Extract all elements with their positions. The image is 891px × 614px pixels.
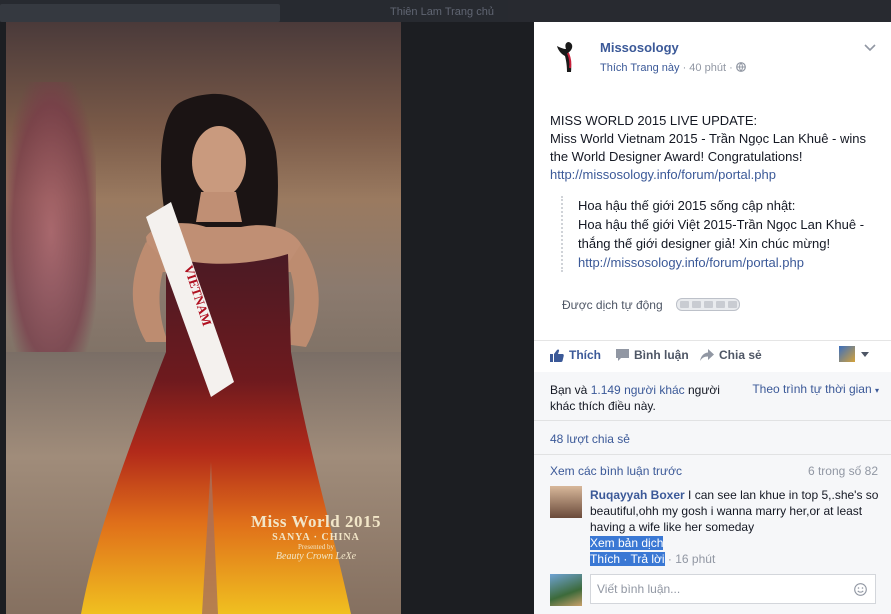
comment-button[interactable]: Bình luận (616, 348, 689, 362)
divider (534, 454, 891, 455)
photo-viewer[interactable]: VIETNAM Miss World 2015 SANYA · CHINA Pr… (6, 22, 401, 614)
watermark-title: Miss World 2015 (251, 512, 381, 531)
watermark-location: SANYA · CHINA (272, 532, 360, 543)
commenter-avatar[interactable] (550, 486, 582, 518)
share-button[interactable]: Chia sẻ (700, 348, 762, 362)
watermark-presented: Presented by (298, 543, 334, 551)
comment-actions: Thích · Trả lời · 16 phút (590, 552, 716, 566)
like-label: Thích (569, 348, 601, 362)
viewer-avatar[interactable] (839, 346, 855, 362)
comment-label: Bình luận (634, 348, 689, 362)
watermark-brand: Beauty Crown LeXe (275, 551, 357, 562)
comment-like-link[interactable]: Thích (590, 552, 621, 566)
auto-translated-label[interactable]: Được dịch tự động (562, 298, 663, 312)
comment-time[interactable]: 16 phút (675, 552, 715, 566)
comment: Ruqayyah Boxer I can see lan khue in top… (590, 487, 880, 567)
see-translation-link[interactable]: Xem bản dịch (590, 536, 664, 550)
likes-count-link[interactable]: 1.149 người khác (591, 383, 685, 397)
current-user-avatar (550, 574, 582, 606)
comment-action-separator: · (620, 552, 631, 566)
post-time[interactable]: 40 phút (689, 62, 726, 74)
translation-block: Hoa hậu thế giới 2015 sống cập nhật: Hoa… (561, 196, 878, 272)
post-text-line1: MISS WORLD 2015 LIVE UPDATE: (550, 113, 758, 128)
background-links: Thiên Lam Trang chủ (390, 6, 494, 18)
chevron-down-icon[interactable] (863, 40, 877, 54)
translation-line2: Hoa hậu thế giới Việt 2015-Trần Ngọc Lan… (578, 217, 865, 251)
comment-icon (616, 349, 629, 361)
globe-icon (735, 62, 746, 72)
post-meta: Thích Trang này · 40 phút · (600, 62, 746, 74)
comment-sort-dropdown[interactable]: Theo trình tự thời gian ▾ (752, 382, 879, 396)
sort-label: Theo trình tự thời gian (752, 382, 872, 396)
comment-reply-link[interactable]: Trả lời (630, 552, 665, 566)
share-label: Chia sẻ (719, 348, 762, 362)
like-page-link[interactable]: Thích Trang này (600, 62, 680, 74)
sort-caret-icon: ▾ (874, 386, 879, 395)
post-panel: Missosology Thích Trang này · 40 phút · … (534, 22, 891, 614)
background-search (0, 4, 280, 22)
translation-rating[interactable] (676, 298, 740, 311)
thumbs-up-icon (550, 348, 564, 362)
comment-input[interactable] (590, 574, 876, 604)
post-link[interactable]: http://missosology.info/forum/portal.php (550, 167, 776, 182)
comment-author[interactable]: Ruqayyah Boxer (590, 488, 685, 502)
comment-count: 6 trong số 82 (807, 464, 878, 478)
shares-link[interactable]: 48 lượt chia sẻ (550, 432, 630, 446)
like-button[interactable]: Thích (550, 348, 601, 362)
post-text-line2: Miss World Vietnam 2015 - Trần Ngọc Lan … (550, 131, 866, 164)
meta-separator-2: · (729, 62, 736, 74)
emoji-icon[interactable] (854, 583, 867, 596)
caret-down-icon[interactable] (861, 352, 869, 357)
page-avatar[interactable] (548, 36, 588, 76)
divider (534, 340, 891, 341)
translation-link[interactable]: http://missosology.info/forum/portal.php (578, 255, 804, 270)
post-text: MISS WORLD 2015 LIVE UPDATE: Miss World … (550, 112, 880, 184)
likes-prefix: Bạn và (550, 383, 591, 397)
divider (534, 420, 891, 421)
background-topbar: Thiên Lam Trang chủ (0, 0, 891, 22)
view-previous-comments[interactable]: Xem các bình luận trước (550, 464, 682, 478)
photo-watermark: Miss World 2015 SANYA · CHINA Presented … (246, 512, 386, 562)
page-name[interactable]: Missosology (600, 40, 679, 55)
feedback-section: Bạn và 1.149 người khác người khác thích… (534, 372, 891, 614)
translation-line1: Hoa hậu thế giới 2015 sống cập nhật: (578, 198, 796, 213)
likes-summary: Bạn và 1.149 người khác người khác thích… (550, 382, 730, 414)
share-icon (700, 349, 714, 361)
